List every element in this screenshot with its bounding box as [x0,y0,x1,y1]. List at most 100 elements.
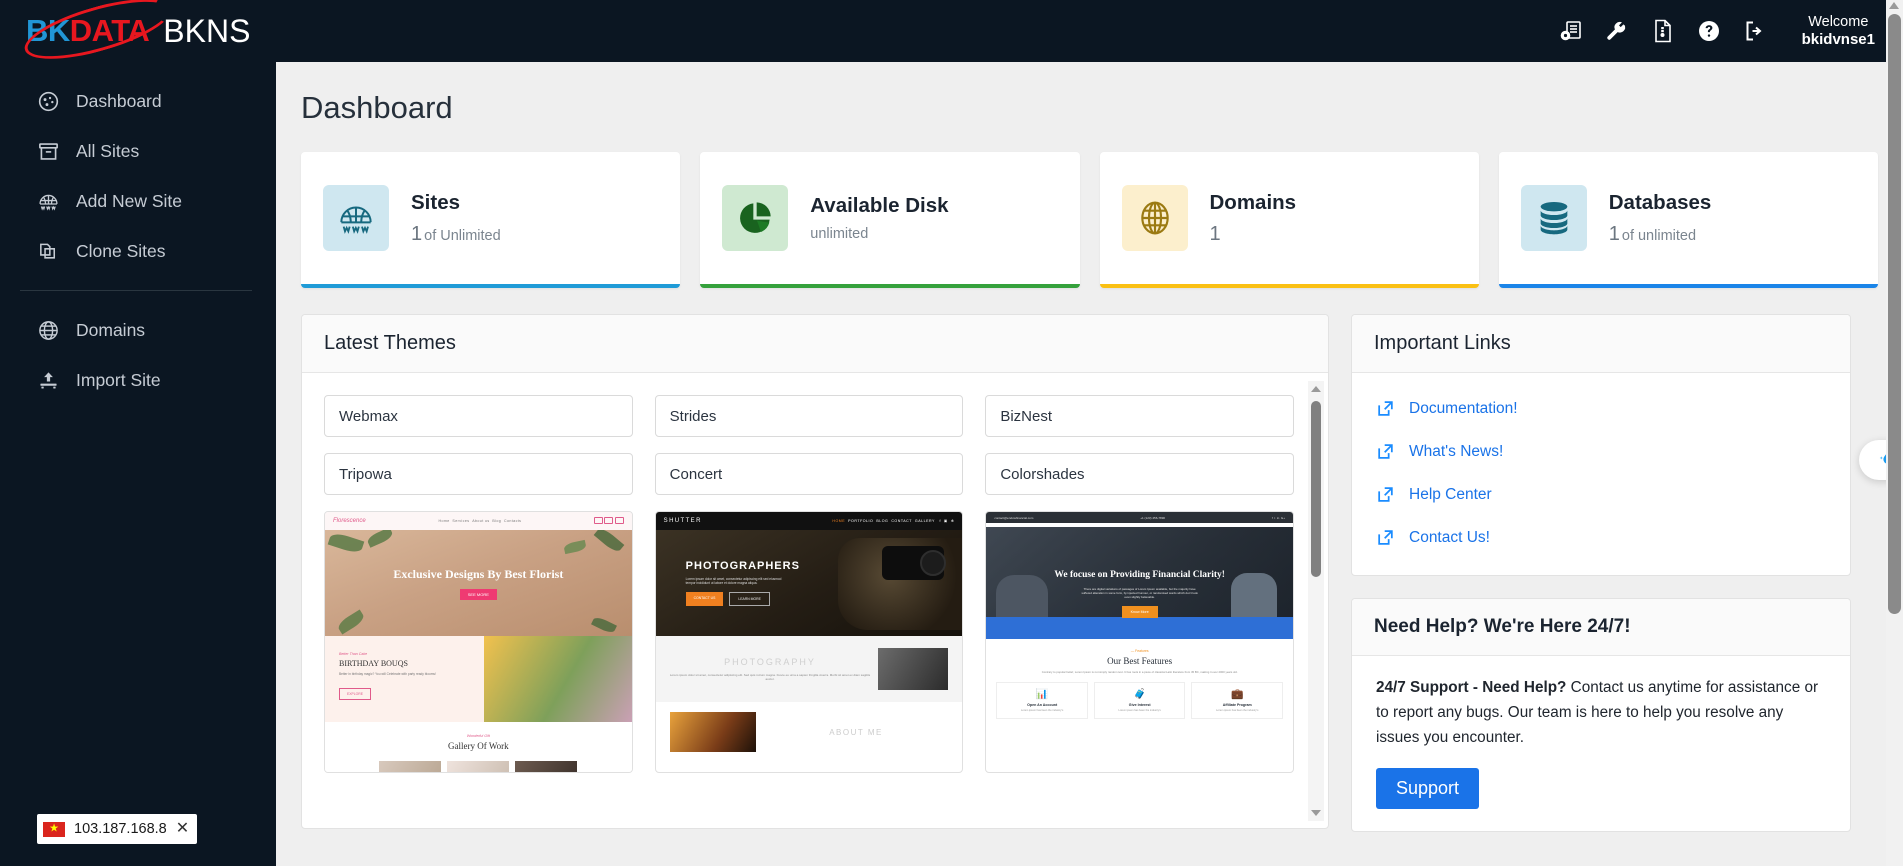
link-label[interactable]: Help Center [1409,486,1492,504]
sidebar-item-dashboard[interactable]: Dashboard [0,76,276,126]
sidebar-item-label: Domains [76,319,146,340]
themes-scrollbar[interactable] [1308,381,1324,821]
theme-name-webmax[interactable]: Webmax [324,395,633,437]
stat-card-sites[interactable]: Sites 1 of Unlimited [301,152,681,288]
endow-features: — Features Our Best Features Contrary to… [986,639,1294,719]
shutter-hero-title: PHOTOGRAPHERS [685,559,800,572]
file-zip-icon[interactable] [1650,18,1676,44]
florist-hero-button[interactable]: SEE MORE [459,588,497,600]
endow-feature-card[interactable]: 💼 Affiliate Program Lorem ipsum has been… [1191,682,1284,719]
endow-topbar-email: contact@endowfinancial.com [994,515,1034,520]
florist-nav-links: Home Services About us Blog Contacts [438,519,522,523]
endow-hero-text: There are digital variations of passages… [1081,586,1198,599]
database-icon [1520,185,1587,251]
logo-text-bkns: BKNS [163,12,251,49]
scroll-up-arrow-icon[interactable] [1889,2,1899,9]
theme-preview-shutter[interactable]: SHUTTER HOME PORTFOLIO BLOG CONTACT GALL… [654,511,964,773]
welcome-user[interactable]: Welcome bkidvnse1 [1802,13,1875,50]
news-settings-icon[interactable] [1558,18,1584,44]
pie-chart-icon [722,185,789,251]
theme-name-colorshades[interactable]: Colorshades [985,453,1295,495]
florist-hero-title: Exclusive Designs By Best Florist [393,566,564,581]
endow-feature-title: Open An Account [1027,703,1058,707]
link-row-documentation[interactable]: Documentation! [1352,387,1850,430]
shutter-nav-links: HOME PORTFOLIO BLOG CONTACT GALLERY f ▣ … [832,519,955,523]
panel-title: Need Help? We're Here 24/7! [1374,616,1631,637]
endow-features-eyebrow: — Features [1130,649,1149,653]
theme-name-biznest[interactable]: BizNest [985,395,1295,437]
theme-name-strides[interactable]: Strides [654,395,964,437]
shutter-section-title-ghost: PHOTOGRAPHY [724,656,816,667]
theme-preview-col-1: Florescence Home Services About us Blog … [324,511,633,773]
sidebar-item-all-sites[interactable]: All Sites [0,126,276,176]
florist-gallery-eyebrow: Wonderful Gift [466,734,490,738]
endow-feature-text: Lorem ipsum has been the industry's [1118,709,1161,712]
stat-card-title: Databases [1608,190,1712,214]
ip-address-badge[interactable]: 103.187.168.8 ✕ [37,814,198,844]
link-row-contact-us[interactable]: Contact Us! [1352,516,1850,559]
florist-section-eyebrow: Better Than Cake [339,652,368,656]
sidebar-item-add-new-site[interactable]: Add New Site [0,176,276,226]
florist-section-image [484,636,632,722]
close-icon[interactable]: ✕ [176,821,189,837]
briefcase-icon: 💼 [1231,689,1244,700]
help-body: 24/7 Support - Need Help? Contact us any… [1352,656,1850,831]
shutter-hero-button[interactable]: CONTACT US [685,592,724,607]
support-button[interactable]: Support [1376,768,1480,810]
logo-text-data: DATA [69,13,150,48]
theme-preview-florist[interactable]: Florescence Home Services About us Blog … [324,511,633,773]
stat-card-domains[interactable]: Domains 1 [1099,152,1479,288]
endow-feature-card[interactable]: 🧳 Give Interest Lorem ipsum has been the… [1093,682,1186,719]
theme-name-tripowa[interactable]: Tripowa [324,453,633,495]
endow-feature-card[interactable]: 📊 Open An Account Lorem ipsum has been t… [996,682,1088,719]
stat-value-suffix: of unlimited [1621,227,1697,244]
endow-feature-cards: 📊 Open An Account Lorem ipsum has been t… [986,682,1293,719]
sidebar-item-domains[interactable]: Domains [0,305,276,355]
stat-card-value: unlimited [810,226,948,242]
link-label[interactable]: Contact Us! [1409,529,1490,547]
important-links-panel: Important Links Documentation! What's Ne… [1351,314,1851,576]
sidebar-item-import-site[interactable]: Import Site [0,355,276,405]
florist-brand: Florescence [333,518,366,524]
shutter-hero: PHOTOGRAPHERS Lorem ipsum dolor sit amet… [655,530,963,636]
shutter-section-text: Lorem ipsum dolor sit amet, consectetur … [669,672,871,682]
logout-icon[interactable] [1742,18,1768,44]
help-circle-icon[interactable] [1696,18,1722,44]
link-row-help-center[interactable]: Help Center [1352,473,1850,516]
endow-topbar: contact@endowfinancial.com +1 (123) 456-… [986,512,1294,523]
shutter-hero-button-2[interactable]: LEARN MORE [729,592,770,607]
globe-icon [1121,185,1188,251]
page-scrollbar-thumb[interactable] [1888,14,1901,614]
scroll-down-arrow-icon[interactable] [1308,805,1324,821]
wrench-icon[interactable] [1604,18,1630,44]
endow-hero-button[interactable]: Know More [1121,605,1158,618]
endow-feature-title: Give Interest [1128,703,1151,707]
theme-preview-endow[interactable]: contact@endowfinancial.com +1 (123) 456-… [985,511,1295,773]
link-row-whats-news[interactable]: What's News! [1352,430,1850,473]
upload-icon [36,368,60,392]
page-scrollbar[interactable] [1886,0,1903,866]
brand-logo[interactable]: BK DATA BKNS [0,0,276,72]
scrollbar-thumb[interactable] [1311,401,1321,577]
help-lead: 24/7 Support - Need Help? [1376,679,1567,696]
scroll-up-arrow-icon[interactable] [1308,381,1324,397]
shutter-hero-buttons: CONTACT US LEARN MORE [672,592,770,607]
page-title: Dashboard [301,90,453,125]
theme-col-2b: Concert [654,453,964,511]
shutter-about-title: ABOUT ME [829,727,883,737]
logo-text-bk: BK [26,13,70,48]
link-label[interactable]: Documentation! [1409,400,1518,418]
stat-card-available-disk[interactable]: Available Disk unlimited [700,152,1080,288]
funnel-coin-icon: 🧳 [1133,689,1146,700]
endow-mini-site: contact@endowfinancial.com +1 (123) 456-… [986,512,1294,772]
florist-section-button[interactable]: EXPLORE [339,688,372,700]
panel-title: Latest Themes [324,332,456,354]
theme-name-concert[interactable]: Concert [654,453,964,495]
stat-card-value: 1 of Unlimited [411,223,501,246]
stat-card-databases[interactable]: Databases 1 of unlimited [1498,152,1878,288]
sidebar-divider [20,290,252,291]
sidebar-item-clone-sites[interactable]: Clone Sites [0,226,276,276]
link-label[interactable]: What's News! [1409,443,1503,461]
themes-column: Latest Themes Webmax Strides BizNest Tri… [301,314,1329,829]
stat-card-value: 1 of unlimited [1609,223,1712,246]
